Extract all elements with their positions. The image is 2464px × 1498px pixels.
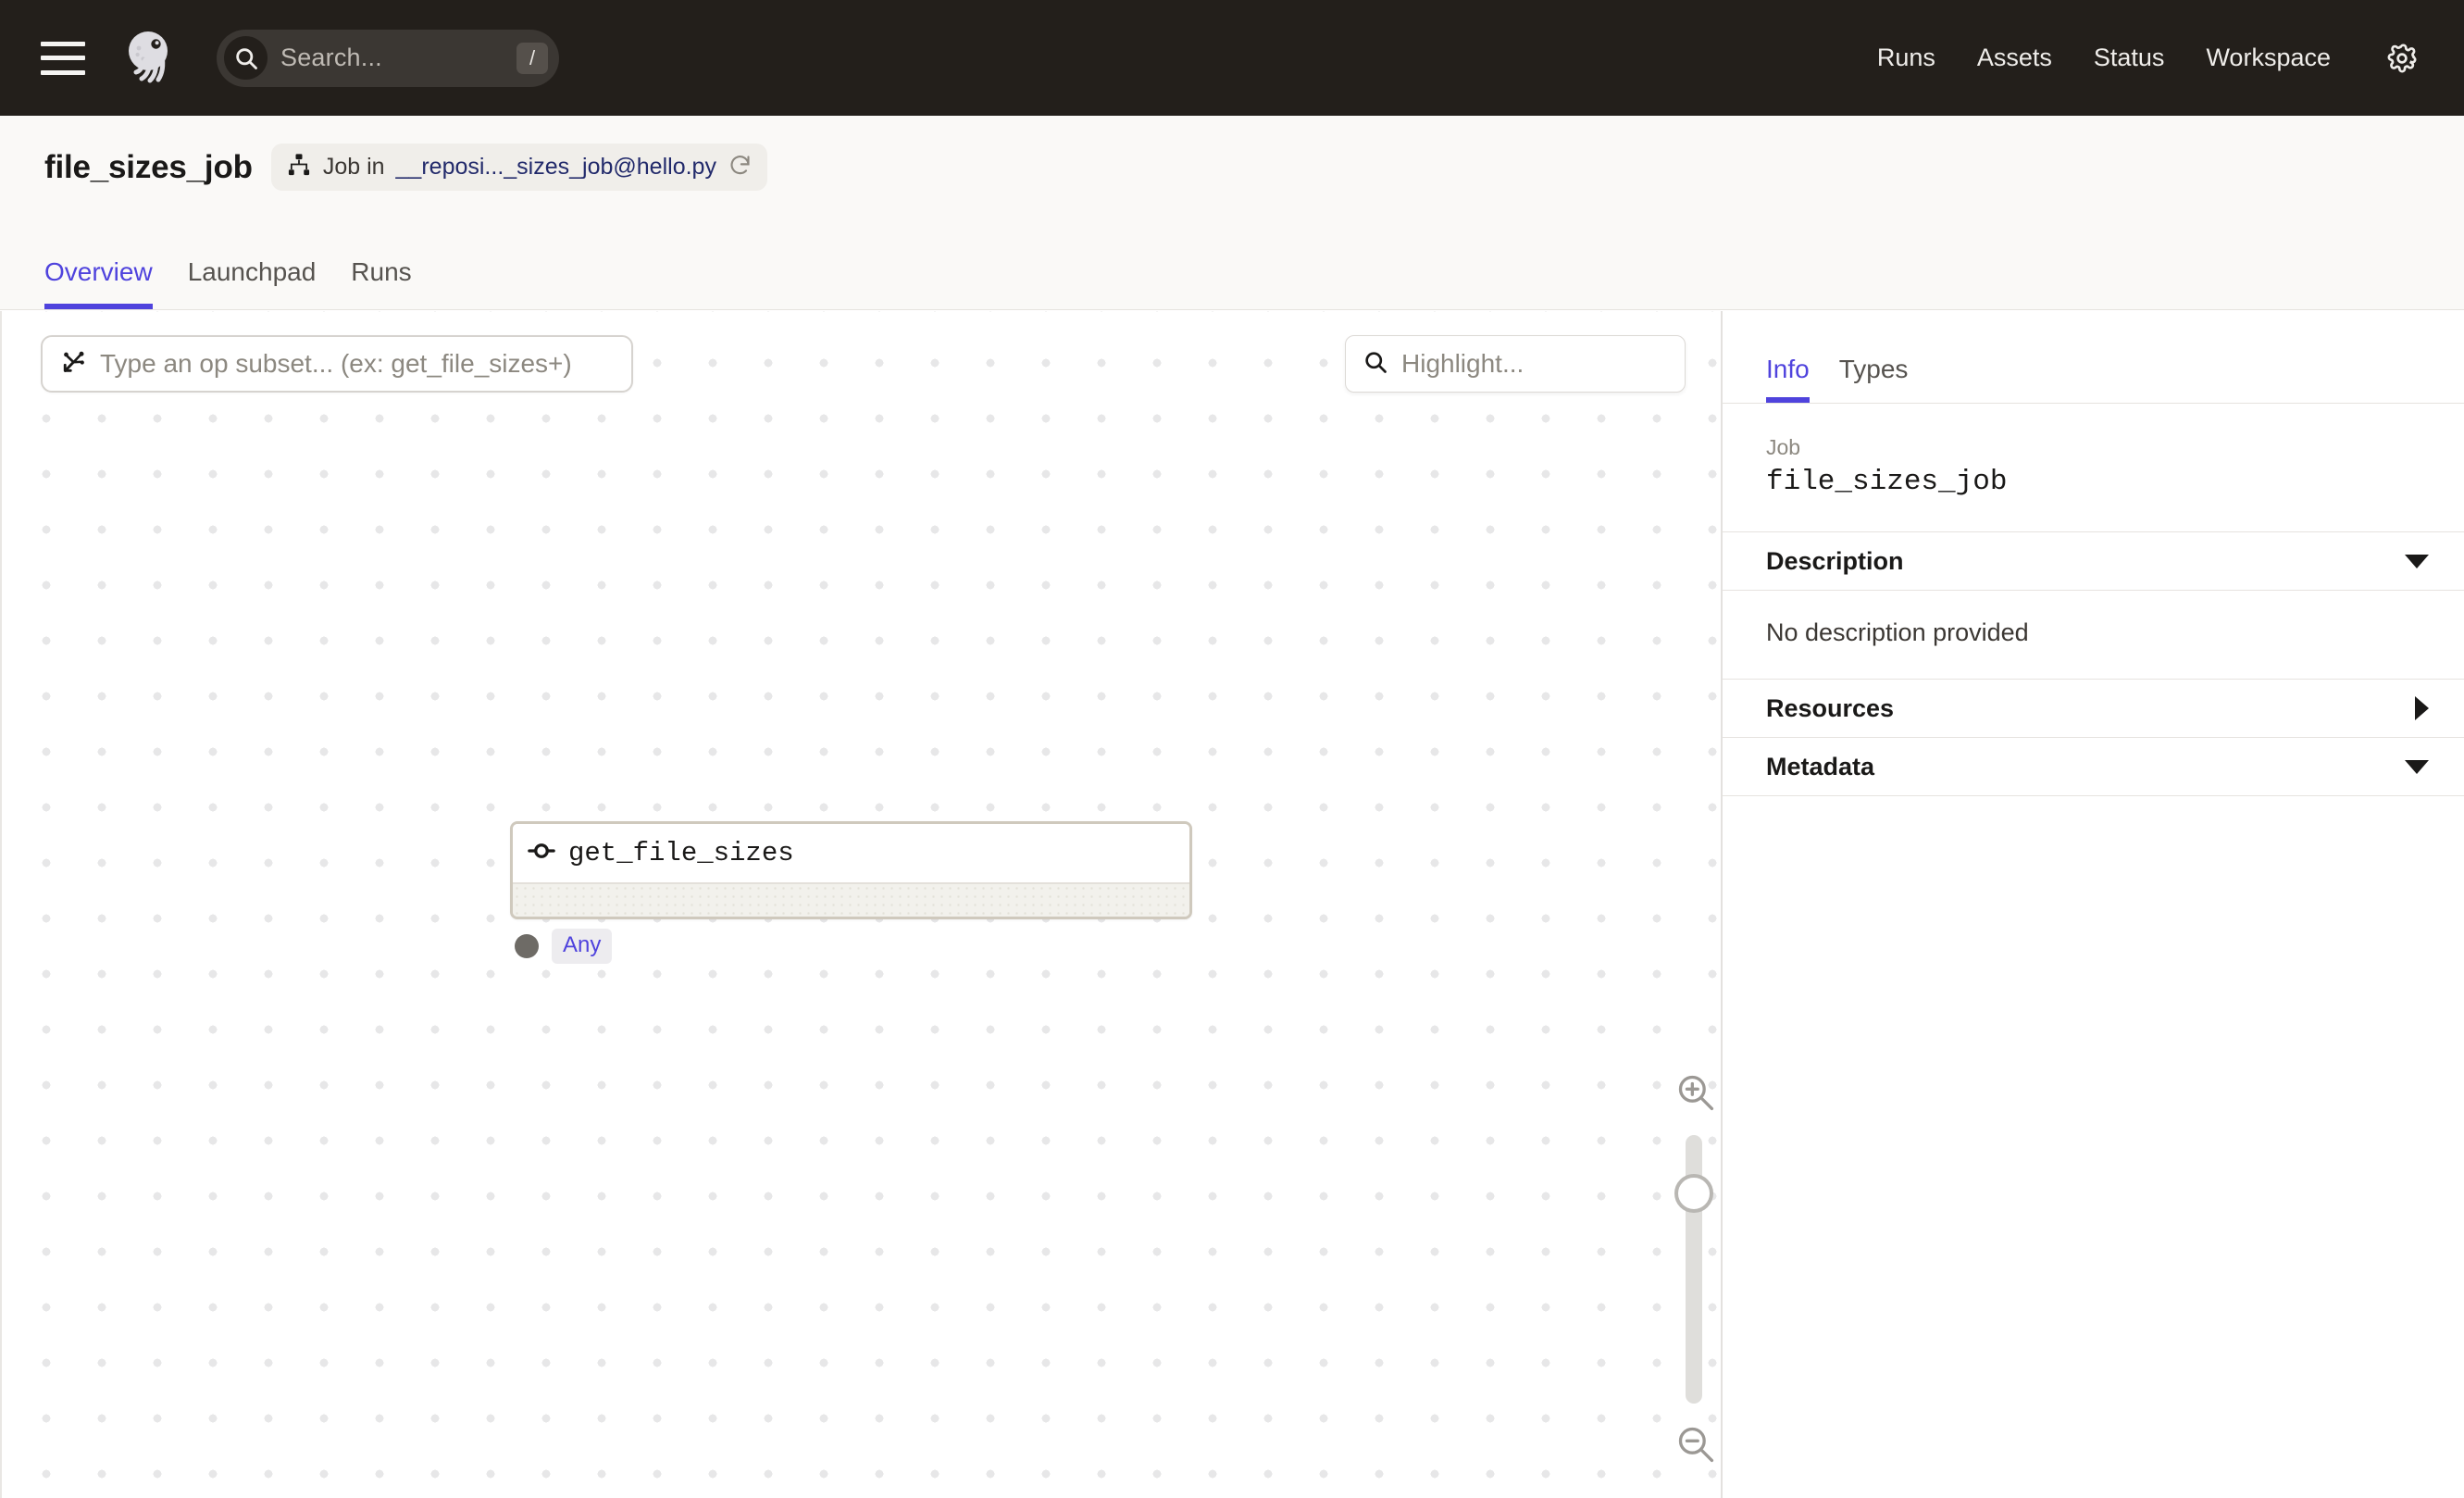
accordion-title-description: Description bbox=[1766, 546, 1904, 575]
job-label: Job bbox=[1766, 435, 1801, 459]
caret-down-icon bbox=[2405, 759, 2429, 774]
search-placeholder: Search... bbox=[280, 44, 382, 71]
accordion-header-metadata[interactable]: Metadata bbox=[1723, 738, 2464, 796]
job-value: file_sizes_job bbox=[1766, 466, 2008, 498]
search-icon bbox=[1363, 349, 1388, 380]
job-graph-icon bbox=[286, 152, 312, 182]
gear-icon[interactable] bbox=[2386, 43, 2418, 74]
top-navigation-bar: Search... / Runs Assets Status Workspace bbox=[0, 0, 2464, 116]
op-output-row: Any bbox=[515, 929, 613, 964]
highlight-placeholder: Highlight... bbox=[1401, 349, 1524, 378]
right-sidebar: Info Types Job file_sizes_job Descriptio… bbox=[1723, 311, 2464, 1498]
breadcrumb-prefix: Job in bbox=[322, 154, 385, 180]
op-subset-icon bbox=[59, 348, 87, 381]
nav-link-workspace[interactable]: Workspace bbox=[2206, 44, 2331, 72]
output-connector-dot[interactable] bbox=[515, 934, 539, 958]
page-title: file_sizes_job bbox=[44, 148, 253, 185]
search-icon bbox=[224, 36, 268, 80]
accordion-header-description[interactable]: Description bbox=[1723, 532, 2464, 591]
breadcrumb[interactable]: Job in __reposi..._sizes_job@hello.py bbox=[270, 144, 767, 191]
caret-right-icon bbox=[2415, 696, 2429, 720]
op-subset-placeholder: Type an op subset... (ex: get_file_sizes… bbox=[100, 349, 572, 378]
zoom-out-icon[interactable] bbox=[1675, 1424, 1716, 1469]
accordion-header-resources[interactable]: Resources bbox=[1723, 680, 2464, 738]
page-header: file_sizes_job Job in __reposi..._sizes_… bbox=[0, 116, 2464, 310]
op-node-body bbox=[513, 882, 1189, 917]
caret-down-icon bbox=[2405, 554, 2429, 568]
search-shortcut-key: / bbox=[516, 42, 548, 74]
tab-overview[interactable]: Overview bbox=[44, 257, 153, 309]
tab-launchpad[interactable]: Launchpad bbox=[188, 257, 317, 309]
nav-link-assets[interactable]: Assets bbox=[1977, 44, 2052, 72]
sidebar-job-section: Job file_sizes_job bbox=[1723, 404, 2464, 532]
breadcrumb-location-link[interactable]: __reposi..._sizes_job@hello.py bbox=[396, 154, 716, 181]
dagster-logo-icon[interactable] bbox=[120, 30, 178, 87]
accordion-body-description: No description provided bbox=[1723, 591, 2464, 680]
global-search-input[interactable]: Search... / bbox=[217, 29, 559, 87]
title-row: file_sizes_job Job in __reposi..._sizes_… bbox=[44, 144, 767, 191]
zoom-slider-handle[interactable] bbox=[1674, 1174, 1713, 1213]
zoom-in-icon[interactable] bbox=[1675, 1072, 1716, 1117]
canvas-left-border bbox=[0, 311, 2, 1498]
sidebar-tabs: Info Types bbox=[1723, 311, 2464, 404]
nav-link-status[interactable]: Status bbox=[2094, 44, 2165, 72]
refresh-icon[interactable] bbox=[728, 153, 753, 182]
output-type-badge[interactable]: Any bbox=[552, 929, 613, 964]
page-tabs: Overview Launchpad Runs bbox=[44, 257, 412, 309]
op-subset-input[interactable]: Type an op subset... (ex: get_file_sizes… bbox=[41, 335, 633, 393]
op-node-header: get_file_sizes bbox=[513, 824, 1189, 882]
accordion-title-resources: Resources bbox=[1766, 693, 1895, 722]
op-node-get-file-sizes[interactable]: get_file_sizes bbox=[510, 821, 1192, 919]
op-node-name: get_file_sizes bbox=[568, 838, 794, 868]
sidebar-tab-info[interactable]: Info bbox=[1766, 355, 1810, 403]
nav-links: Runs Assets Status Workspace bbox=[1877, 43, 2418, 74]
tab-runs[interactable]: Runs bbox=[351, 257, 411, 309]
sidebar-tab-types[interactable]: Types bbox=[1839, 355, 1909, 403]
op-node-icon bbox=[528, 837, 555, 869]
highlight-input[interactable]: Highlight... bbox=[1345, 335, 1686, 393]
accordion-title-metadata: Metadata bbox=[1766, 752, 1875, 780]
hamburger-menu-icon[interactable] bbox=[41, 41, 85, 75]
description-text: No description provided bbox=[1766, 618, 2029, 646]
nav-link-runs[interactable]: Runs bbox=[1877, 44, 1935, 72]
